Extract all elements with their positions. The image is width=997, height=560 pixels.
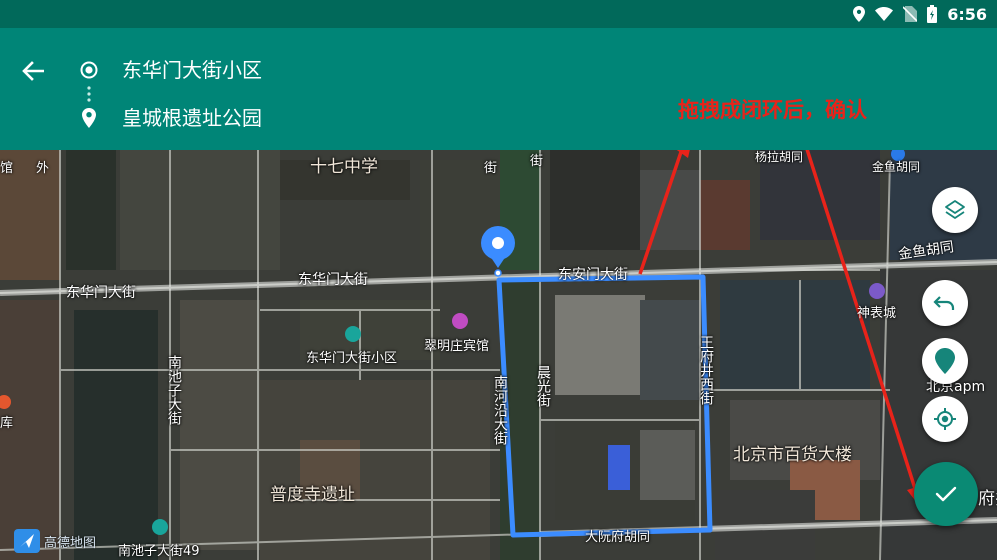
- map-label-cuimingzhuang: 翠明庄宾馆: [424, 339, 490, 354]
- map-label-nanheyan: 南河沿大街: [492, 375, 508, 445]
- map-view[interactable]: 十七中学 东华门大街 东华门大街 东安门大街 金鱼胡同 金鱼胡同 杨拉胡同 东华…: [0, 150, 997, 560]
- satellite-map: [0, 150, 997, 560]
- undo-icon: [933, 296, 955, 310]
- map-label-school: 十七中学: [310, 157, 378, 177]
- destination-pin-icon: [82, 108, 96, 128]
- status-time: 6:56: [947, 4, 987, 24]
- layers-button[interactable]: [932, 187, 978, 233]
- map-label-wangfujing-west: 王府井西街: [698, 335, 714, 405]
- no-sim-icon: [903, 6, 918, 22]
- destination-field[interactable]: 皇城根遗址公园: [122, 104, 262, 132]
- route-header: 东华门大街小区 皇城根遗址公园: [0, 28, 997, 150]
- origin-icon: [80, 61, 98, 79]
- back-button[interactable]: [18, 56, 48, 86]
- map-pin-icon: [935, 348, 955, 374]
- undo-button[interactable]: [922, 280, 968, 326]
- arrow-back-icon: [22, 61, 44, 81]
- map-label-nanchizi: 南池子大街: [166, 355, 182, 425]
- map-label-top-jie1: 街: [484, 161, 498, 176]
- map-label-donghuamen-mid: 东华门大街: [298, 272, 368, 288]
- map-label-shenbiao: 神表城: [857, 306, 897, 321]
- map-label-donghuamen-west: 东华门大街: [66, 285, 136, 301]
- layers-icon: [945, 200, 965, 219]
- annotation-text: 拖拽成闭环后，确认: [678, 98, 867, 122]
- origin-field[interactable]: 东华门大街小区: [122, 56, 262, 84]
- map-label-wangfu: 府井: [978, 489, 997, 509]
- map-logo: 高德地图: [14, 528, 96, 554]
- confirm-button[interactable]: [914, 462, 978, 526]
- check-icon: [935, 486, 957, 502]
- amap-logo-icon: [14, 529, 40, 553]
- map-label-top-jie2: 街: [530, 154, 544, 169]
- route-dots: [87, 86, 91, 102]
- map-label-dayuanfu: 大阮府胡同: [585, 530, 651, 545]
- map-label-jinyu-top: 金鱼胡同: [872, 160, 921, 174]
- map-label-pudusi: 普度寺遗址: [270, 485, 355, 505]
- map-label-left-guan: 馆: [0, 161, 14, 176]
- map-label-hutong-top: 杨拉胡同: [755, 150, 804, 164]
- status-icons: 6:56: [853, 4, 987, 24]
- battery-icon: [927, 5, 938, 23]
- map-label-chenguang: 晨光街: [535, 365, 551, 407]
- location-icon: [853, 6, 866, 22]
- map-label-baihuo: 北京市百货大楼: [733, 445, 852, 465]
- my-location-button[interactable]: [922, 396, 968, 442]
- my-location-icon: [934, 408, 956, 430]
- status-bar: 6:56: [0, 0, 997, 28]
- map-label-left-wai: 外: [36, 161, 50, 176]
- map-label-nanchizi49: 南池子大街49: [118, 544, 200, 559]
- logo-text: 高德地图: [44, 535, 97, 551]
- map-label-donganmen: 东安门大街: [558, 267, 628, 283]
- add-point-button[interactable]: [922, 338, 968, 384]
- map-label-donghuamen-xiaoqu: 东华门大街小区: [306, 351, 398, 366]
- map-label-left-ku: 库: [0, 416, 14, 431]
- wifi-icon: [875, 7, 894, 21]
